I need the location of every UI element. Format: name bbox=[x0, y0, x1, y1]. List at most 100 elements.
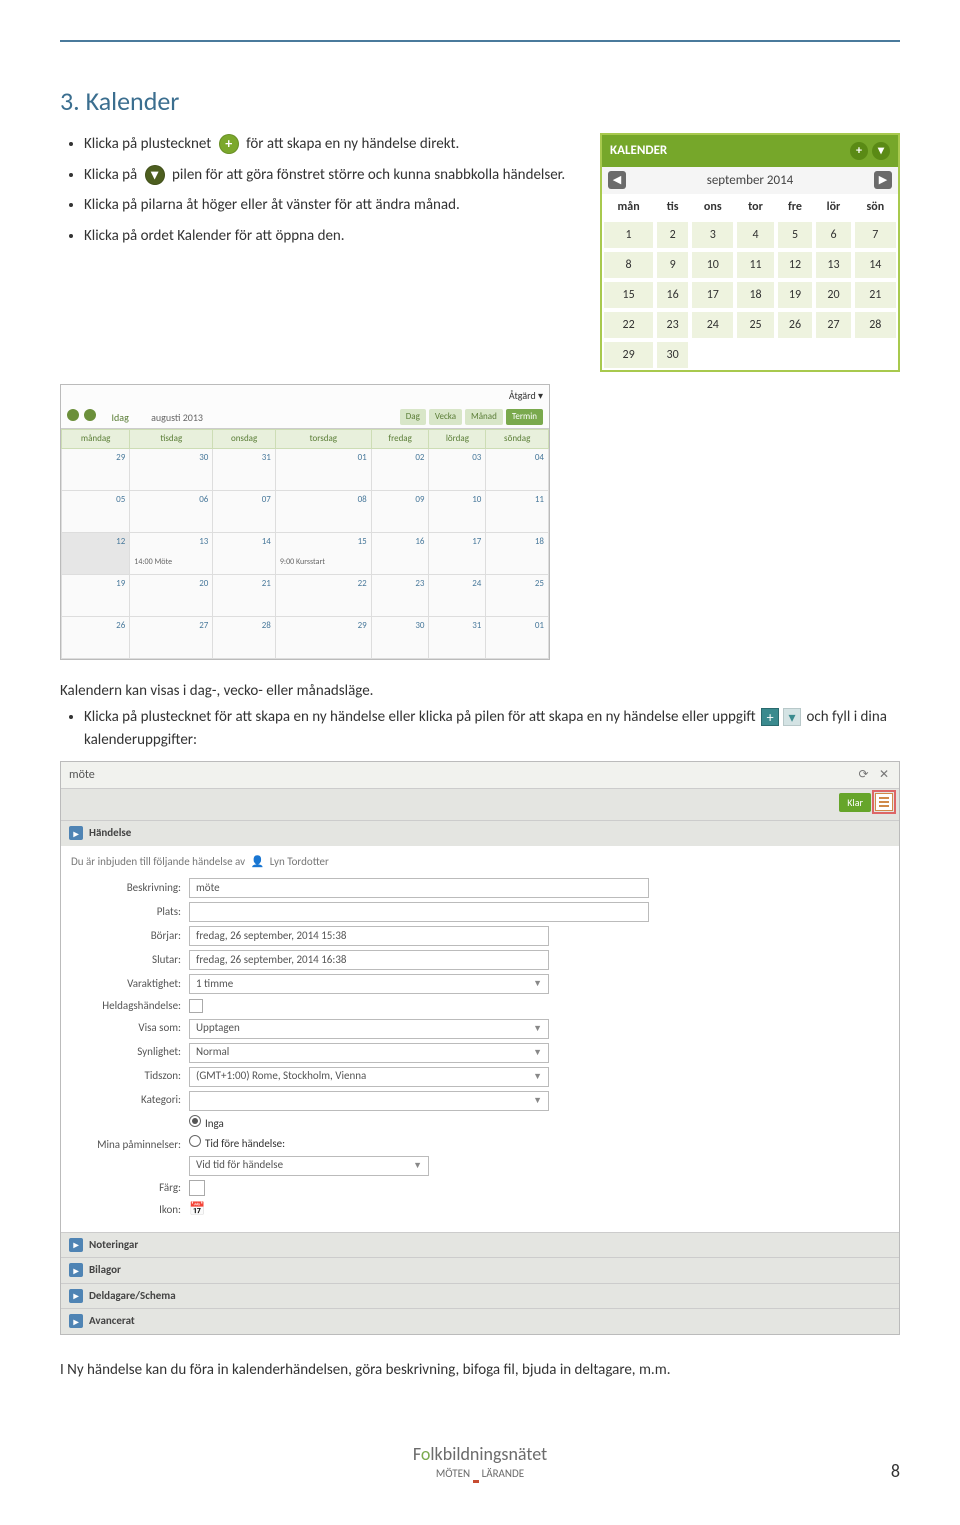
calendar-day[interactable]: 5 bbox=[776, 220, 815, 250]
duration-select[interactable]: 1 timme▼ bbox=[189, 974, 549, 994]
month-day-cell[interactable]: 30 bbox=[371, 616, 429, 658]
month-day-cell[interactable]: 16 bbox=[371, 532, 429, 574]
today-link[interactable]: Idag bbox=[112, 411, 129, 424]
next-month-button[interactable]: ▶ bbox=[874, 171, 892, 189]
description-field[interactable]: möte bbox=[189, 878, 649, 898]
calendar-day[interactable]: 19 bbox=[776, 280, 815, 310]
reminder-before-radio[interactable] bbox=[189, 1135, 201, 1147]
month-day-cell[interactable]: 29 bbox=[62, 448, 130, 490]
section-header[interactable]: ▸Avancerat bbox=[61, 1308, 899, 1334]
calendar-day[interactable]: 14 bbox=[853, 250, 898, 280]
calendar-day[interactable] bbox=[776, 340, 815, 370]
month-day-cell[interactable]: 02 bbox=[371, 448, 429, 490]
month-day-cell[interactable]: 22 bbox=[275, 574, 371, 616]
month-day-cell[interactable]: 08 bbox=[275, 490, 371, 532]
save-button[interactable]: Klar bbox=[839, 793, 871, 812]
plus-icon[interactable] bbox=[67, 409, 79, 421]
calendar-day[interactable] bbox=[853, 340, 898, 370]
month-day-cell[interactable]: 20 bbox=[130, 574, 213, 616]
calendar-day[interactable]: 26 bbox=[776, 310, 815, 340]
month-day-cell[interactable]: 25 bbox=[486, 574, 549, 616]
reminder-none-radio[interactable] bbox=[189, 1115, 201, 1127]
prev-month-button[interactable]: ◀ bbox=[608, 171, 626, 189]
month-day-cell[interactable]: 17 bbox=[429, 532, 486, 574]
calendar-day[interactable]: 24 bbox=[690, 310, 735, 340]
calendar-day[interactable]: 13 bbox=[814, 250, 852, 280]
calendar-day[interactable] bbox=[690, 340, 735, 370]
calendar-day[interactable]: 8 bbox=[602, 250, 655, 280]
calendar-day[interactable]: 9 bbox=[655, 250, 690, 280]
month-day-cell[interactable]: 12 bbox=[62, 532, 130, 574]
calendar-day[interactable] bbox=[735, 340, 775, 370]
refresh-icon[interactable]: ⟳ bbox=[857, 768, 871, 782]
calendar-day[interactable]: 20 bbox=[814, 280, 852, 310]
category-select[interactable]: ▼ bbox=[189, 1091, 549, 1111]
month-day-cell[interactable]: 11 bbox=[486, 490, 549, 532]
calendar-day[interactable]: 22 bbox=[602, 310, 655, 340]
calendar-day[interactable]: 30 bbox=[655, 340, 690, 370]
calendar-day[interactable]: 3 bbox=[690, 220, 735, 250]
calendar-title[interactable]: KALENDER bbox=[610, 141, 667, 161]
month-day-cell[interactable]: 06 bbox=[130, 490, 213, 532]
section-header[interactable]: ▸Bilagor bbox=[61, 1257, 899, 1283]
month-day-cell[interactable]: 1314:00 Möte bbox=[130, 532, 213, 574]
action-dropdown[interactable]: Åtgärd ▾ bbox=[509, 388, 543, 403]
month-day-cell[interactable]: 09 bbox=[371, 490, 429, 532]
calendar-day[interactable]: 28 bbox=[853, 310, 898, 340]
month-day-cell[interactable]: 159:00 Kursstart bbox=[275, 532, 371, 574]
calendar-day[interactable]: 29 bbox=[602, 340, 655, 370]
month-day-cell[interactable]: 27 bbox=[130, 616, 213, 658]
calendar-day[interactable]: 15 bbox=[602, 280, 655, 310]
visibility-select[interactable]: Normal▼ bbox=[189, 1043, 549, 1063]
expand-icon[interactable]: ▾ bbox=[872, 142, 890, 160]
month-day-cell[interactable]: 31 bbox=[213, 448, 276, 490]
month-day-cell[interactable]: 29 bbox=[275, 616, 371, 658]
month-day-cell[interactable]: 01 bbox=[486, 616, 549, 658]
end-field[interactable]: fredag, 26 september, 2014 16:38 bbox=[189, 950, 549, 970]
start-field[interactable]: fredag, 26 september, 2014 15:38 bbox=[189, 926, 549, 946]
month-day-cell[interactable]: 28 bbox=[213, 616, 276, 658]
section-header[interactable]: ▸Noteringar bbox=[61, 1232, 899, 1258]
calendar-day[interactable]: 16 bbox=[655, 280, 690, 310]
month-day-cell[interactable]: 23 bbox=[371, 574, 429, 616]
month-day-cell[interactable]: 05 bbox=[62, 490, 130, 532]
month-day-cell[interactable]: 31 bbox=[429, 616, 486, 658]
month-day-cell[interactable]: 19 bbox=[62, 574, 130, 616]
view-btn-day[interactable]: Dag bbox=[400, 409, 426, 425]
calendar-day[interactable]: 25 bbox=[735, 310, 775, 340]
month-day-cell[interactable]: 21 bbox=[213, 574, 276, 616]
month-day-cell[interactable]: 10 bbox=[429, 490, 486, 532]
calendar-day[interactable] bbox=[814, 340, 852, 370]
plus-icon[interactable]: + bbox=[850, 142, 868, 160]
section-header-event[interactable]: ▸ Händelse bbox=[61, 821, 899, 846]
calendar-day[interactable]: 23 bbox=[655, 310, 690, 340]
calendar-day[interactable]: 11 bbox=[735, 250, 775, 280]
allday-checkbox[interactable] bbox=[189, 999, 203, 1013]
month-day-cell[interactable]: 07 bbox=[213, 490, 276, 532]
calendar-day[interactable]: 12 bbox=[776, 250, 815, 280]
month-day-cell[interactable]: 30 bbox=[130, 448, 213, 490]
view-btn-term[interactable]: Termin bbox=[506, 409, 543, 425]
menu-button[interactable] bbox=[875, 793, 893, 811]
month-day-cell[interactable]: 18 bbox=[486, 532, 549, 574]
month-day-cell[interactable]: 04 bbox=[486, 448, 549, 490]
calendar-day[interactable]: 17 bbox=[690, 280, 735, 310]
calendar-day[interactable]: 4 bbox=[735, 220, 775, 250]
calendar-day[interactable]: 6 bbox=[814, 220, 852, 250]
calendar-day[interactable]: 27 bbox=[814, 310, 852, 340]
view-btn-week[interactable]: Vecka bbox=[429, 409, 462, 425]
calendar-day[interactable]: 10 bbox=[690, 250, 735, 280]
view-btn-month[interactable]: Månad bbox=[465, 409, 503, 425]
place-field[interactable] bbox=[189, 902, 649, 922]
expand-icon[interactable] bbox=[84, 409, 96, 421]
color-swatch[interactable] bbox=[189, 1180, 205, 1196]
event-chip[interactable]: 14:00 Möte bbox=[134, 556, 208, 568]
calendar-day[interactable]: 18 bbox=[735, 280, 775, 310]
month-day-cell[interactable]: 01 bbox=[275, 448, 371, 490]
event-chip[interactable]: 9:00 Kursstart bbox=[280, 556, 367, 568]
calendar-day[interactable]: 1 bbox=[602, 220, 655, 250]
calendar-day[interactable]: 21 bbox=[853, 280, 898, 310]
month-day-cell[interactable]: 24 bbox=[429, 574, 486, 616]
calendar-day[interactable]: 7 bbox=[853, 220, 898, 250]
reminder-at-select[interactable]: Vid tid för händelse▼ bbox=[189, 1156, 429, 1176]
